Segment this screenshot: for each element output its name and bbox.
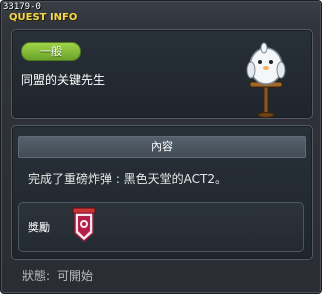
quest-info-window: 33179-0 QUEST INFO 一般 同盟的关键先生 內容 完成了重磅炸弹… <box>0 0 322 294</box>
reward-box: 獎勵 <box>18 202 304 252</box>
status-label: 狀態: <box>22 269 51 283</box>
window-title: QUEST INFO <box>9 12 78 23</box>
npc-name: 同盟的关键先生 <box>21 73 106 87</box>
npc-panel: 一般 同盟的关键先生 <box>11 29 313 119</box>
content-header: 內容 <box>18 136 306 158</box>
red-banner-emblem-icon[interactable] <box>71 207 97 243</box>
white-bird-on-perch-icon[interactable] <box>244 40 288 118</box>
quest-description: 完成了重磅炸弹 : 黑色天堂的ACT2。 <box>28 172 228 186</box>
reward-label: 獎勵 <box>28 221 50 234</box>
status-value: 可開始 <box>57 269 94 283</box>
content-panel: 內容 完成了重磅炸弹 : 黑色天堂的ACT2。 獎勵 <box>11 125 313 260</box>
quest-id: 33179-0 <box>3 2 41 12</box>
quest-type-badge: 一般 <box>21 42 81 61</box>
